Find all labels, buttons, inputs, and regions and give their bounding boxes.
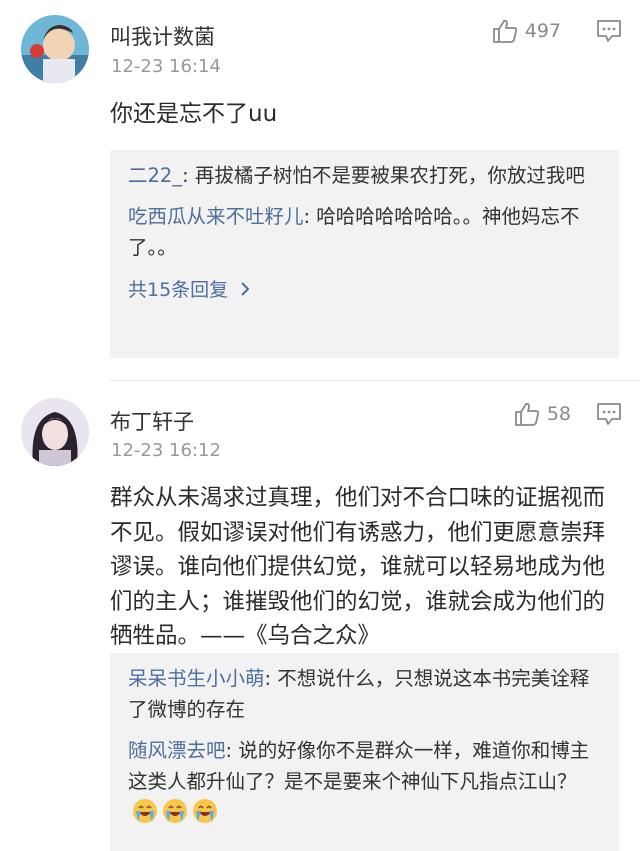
thumbs-up-icon xyxy=(492,19,517,43)
username[interactable]: 叫我计数菌 xyxy=(110,21,215,51)
comment-text: 你还是忘不了uu xyxy=(110,101,278,127)
timestamp: 12-23 16:14 xyxy=(111,56,221,77)
more-replies-link[interactable]: 共15条回复 xyxy=(128,275,601,302)
reply-item: 吃西瓜从来不吐籽儿: 哈哈哈哈哈哈哈。。神他妈忘不了。。 xyxy=(128,201,601,263)
chevron-right-icon xyxy=(241,281,250,296)
like-count: 58 xyxy=(546,403,571,425)
emoji-group xyxy=(128,799,218,824)
thumbs-up-icon xyxy=(514,402,539,426)
comment-actions: 497 xyxy=(491,17,622,45)
reply-author[interactable]: 吃西瓜从来不吐籽儿 xyxy=(128,205,304,228)
username[interactable]: 布丁轩子 xyxy=(110,406,194,436)
crying-laughing-emoji-icon xyxy=(193,799,217,823)
like-count: 497 xyxy=(524,20,561,42)
more-replies-label: 共15条回复 xyxy=(128,279,229,301)
reply-author[interactable]: 呆呆书生小小萌 xyxy=(128,667,265,690)
reply-author[interactable]: 二22_ xyxy=(128,164,182,187)
crying-laughing-emoji-icon xyxy=(163,799,187,823)
avatar[interactable] xyxy=(21,398,89,466)
comment-icon xyxy=(597,20,621,42)
reply-item: 呆呆书生小小萌: 不想说什么，只想说这本书完美诠释了微博的存在 xyxy=(128,663,601,725)
comment-text: 群众从未渴求过真理，他们对不合口味的证据视而不见。假如谬误对他们有诱惑力，他们更… xyxy=(110,485,606,649)
replies-box: 二22_: 再拔橘子树怕不是要被果农打死，你放过我吧 吃西瓜从来不吐籽儿: 哈哈… xyxy=(110,150,619,358)
like-button[interactable]: 497 xyxy=(491,17,596,45)
comment-item: 布丁轩子 12-23 16:12 58 群众从未渴求过真理，他们对不合口味的证据… xyxy=(0,381,640,851)
replies-box: 呆呆书生小小萌: 不想说什么，只想说这本书完美诠释了微博的存在 随风漂去吧: 说… xyxy=(110,653,619,851)
avatar[interactable] xyxy=(21,15,89,83)
timestamp: 12-23 16:12 xyxy=(111,440,221,461)
comment-icon xyxy=(597,403,621,425)
reply-item: 随风漂去吧: 说的好像你不是群众一样，难道你和博主这类人都升仙了？是不是要来个神… xyxy=(128,735,601,828)
reply-item: 二22_: 再拔橘子树怕不是要被果农打死，你放过我吧 xyxy=(128,160,601,191)
reply-author[interactable]: 随风漂去吧 xyxy=(128,739,226,762)
crying-laughing-emoji-icon xyxy=(133,799,157,823)
reply-button[interactable] xyxy=(596,402,622,426)
comment-actions: 58 xyxy=(513,400,622,428)
reply-text: : 再拔橘子树怕不是要被果农打死，你放过我吧 xyxy=(182,164,585,187)
reply-button[interactable] xyxy=(596,19,622,43)
like-button[interactable]: 58 xyxy=(513,400,596,428)
comment-item: 叫我计数菌 12-23 16:14 497 你还是忘不了uu 二22_: 再拔橘… xyxy=(0,0,640,380)
